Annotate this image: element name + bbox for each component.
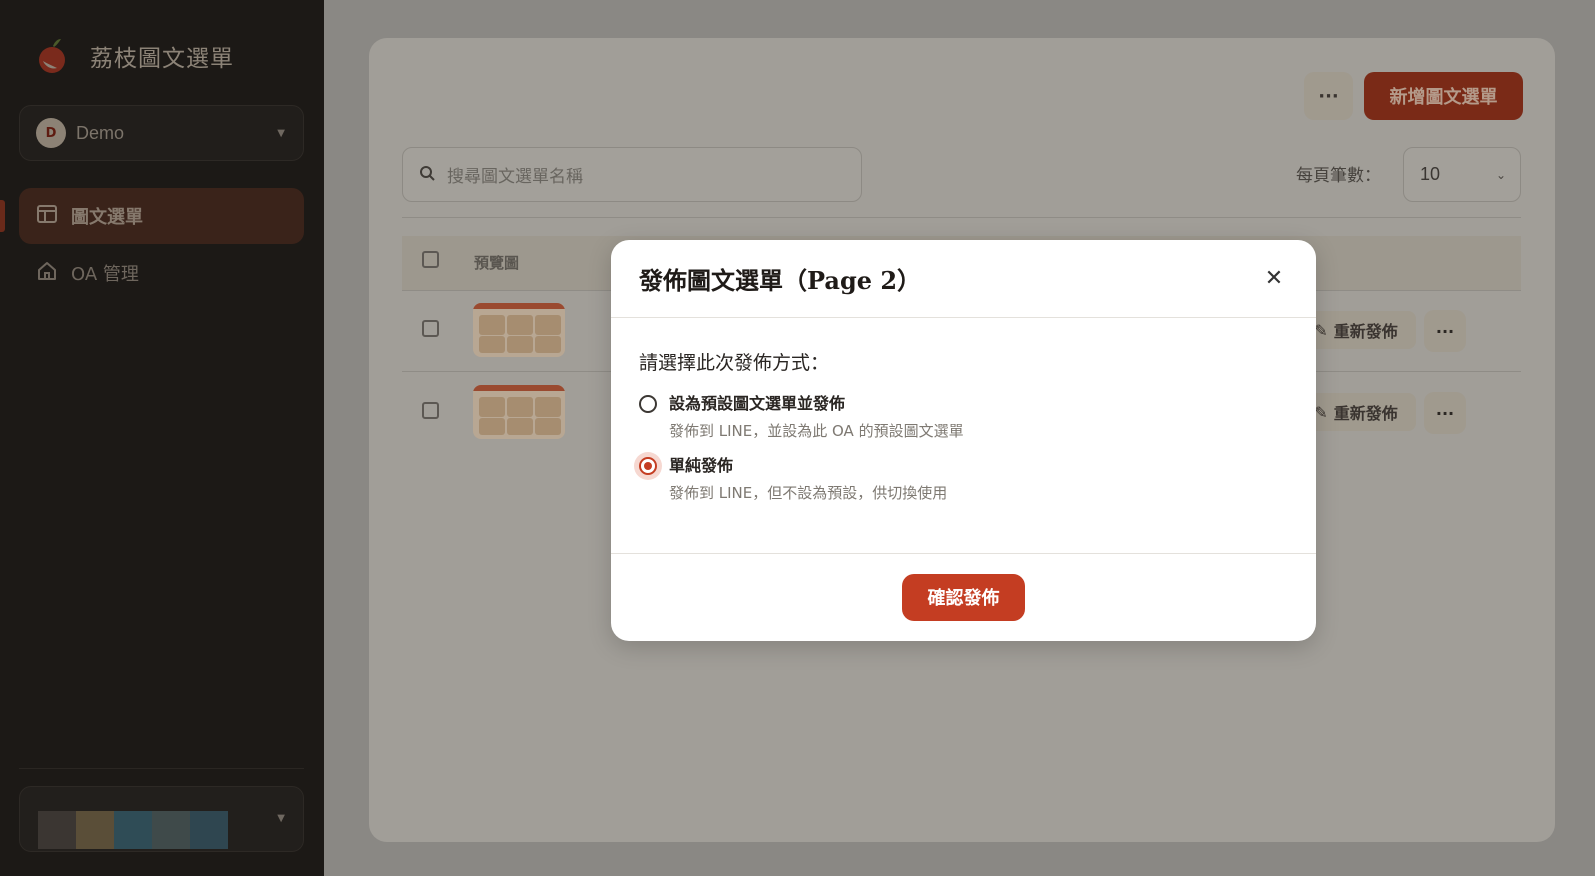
radio-set-default[interactable] [639,395,657,413]
edit-icon: ✎ [1314,402,1328,422]
row-checkbox[interactable] [422,320,439,337]
dialog-title: 發佈圖文選單（Page 2） [639,266,922,295]
option-set-default[interactable]: 設為預設圖文選單並發佈 發佈到 LINE，並設為此 OA 的預設圖文選單 [639,393,1288,441]
option-title: 單純發佈 [669,456,734,475]
panel-divider [402,217,1521,218]
publish-dialog: 發佈圖文選單（Page 2） ✕ 請選擇此次發佈方式： 設為預設圖文選單並發佈 … [611,240,1316,641]
sidebar-divider [19,768,304,769]
row-checkbox[interactable] [422,402,439,419]
sidebar: 荔枝圖文選單 D Demo ▼ 圖文選單 OA 管理 ▼ [0,0,324,876]
search-icon [419,165,435,185]
caret-down-icon: ▼ [277,127,285,139]
per-page-value: 10 [1420,164,1441,184]
republish-label: 重新發佈 [1333,322,1398,341]
layout-icon [37,204,57,228]
home-icon [37,261,57,286]
column-header-preview: 預覽圖 [474,254,520,272]
lychee-logo-icon [36,38,70,74]
brand-title: 荔枝圖文選單 [90,46,234,72]
user-avatar-redacted [38,811,228,849]
sidebar-item-richmenu[interactable]: 圖文選單 [19,188,304,244]
sidebar-item-label: OA 管理 [71,264,139,285]
edit-icon: ✎ [1314,320,1328,340]
sidebar-item-label: 圖文選單 [71,207,143,228]
row-more-button[interactable]: ··· [1424,392,1466,434]
brand: 荔枝圖文選單 [36,38,234,74]
workspace-name: Demo [76,122,125,143]
dialog-body: 請選擇此次發佈方式： 設為預設圖文選單並發佈 發佈到 LINE，並設為此 OA … [611,318,1316,554]
per-page-label: 每頁筆數： [1296,166,1381,186]
richmenu-thumbnail [473,303,565,357]
publish-prompt: 請選擇此次發佈方式： [639,352,830,374]
search-input[interactable]: 搜尋圖文選單名稱 [402,147,862,202]
workspace-avatar: D [36,118,66,148]
confirm-publish-button[interactable]: 確認發佈 [902,573,1025,621]
caret-down-icon: ▼ [277,813,285,824]
user-menu[interactable]: ▼ [19,786,304,852]
workspace-select[interactable]: D Demo ▼ [19,105,304,161]
chevron-down-icon: ⌄ [1495,167,1506,182]
dialog-footer: 確認發佈 [611,554,1316,640]
more-button[interactable]: ··· [1304,72,1353,120]
search-placeholder: 搜尋圖文選單名稱 [447,167,583,187]
per-page-select[interactable]: 10 ⌄ [1403,147,1521,202]
radio-publish-only[interactable] [639,457,657,475]
close-icon[interactable]: ✕ [1260,264,1288,292]
option-description: 發佈到 LINE，但不設為預設，供切換使用 [669,484,948,502]
select-all-checkbox[interactable] [422,251,439,268]
sidebar-item-oa[interactable]: OA 管理 [19,245,304,301]
option-description: 發佈到 LINE，並設為此 OA 的預設圖文選單 [669,422,964,440]
dialog-header: 發佈圖文選單（Page 2） ✕ [611,240,1316,318]
nav-active-indicator [0,200,5,232]
add-richmenu-button[interactable]: 新增圖文選單 [1364,72,1523,120]
option-title: 設為預設圖文選單並發佈 [669,394,846,413]
republish-label: 重新發佈 [1333,404,1398,423]
richmenu-thumbnail [473,385,565,439]
option-publish-only[interactable]: 單純發佈 發佈到 LINE，但不設為預設，供切換使用 [639,455,1288,503]
row-more-button[interactable]: ··· [1424,310,1466,352]
